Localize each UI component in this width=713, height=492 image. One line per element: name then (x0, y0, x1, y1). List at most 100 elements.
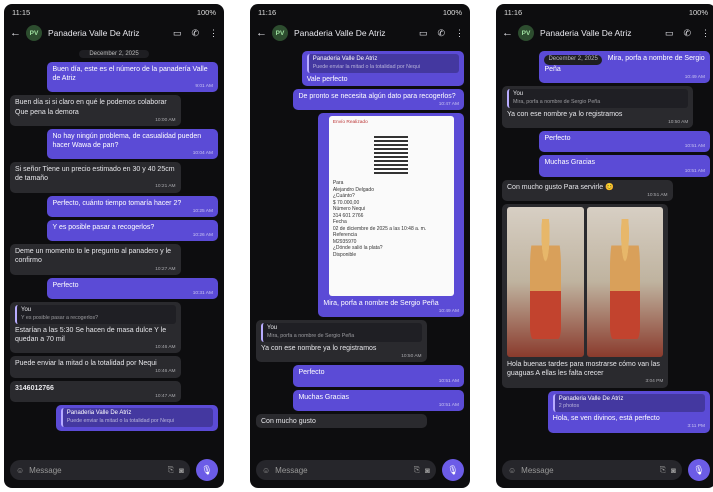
message-time: 10:49 AM (438, 309, 459, 315)
status-bar: 11:15 100% (4, 4, 224, 20)
avatar[interactable]: PV (518, 25, 534, 41)
camera-icon[interactable]: ◙ (179, 466, 184, 475)
quoted-message[interactable]: You Mira, porfa a nombre de Sergio Peña (507, 89, 689, 108)
avatar[interactable]: PV (26, 25, 42, 41)
message-out[interactable]: Perfecto 10:31 AM (47, 277, 218, 300)
message-out[interactable]: Muchas Gracias 10:51 AM (539, 155, 710, 177)
message-out[interactable]: De pronto se necesita algún dato para re… (293, 88, 464, 111)
message-in-reply[interactable]: You Y es posible pasar a recogerlos? Esta… (10, 302, 181, 354)
message-text: Hola buenas tardes para mostrarse cómo v… (507, 361, 660, 378)
phone-call-icon[interactable]: ✆ (683, 28, 691, 39)
mic-button[interactable]: 🎙 (688, 459, 710, 481)
message-text: No hay ningún problema, de casualidad pu… (52, 132, 202, 149)
message-input[interactable]: ☺ Message ⎘ ◙ (256, 460, 436, 480)
contact-name[interactable]: Panaderia Valle De Atriz (48, 28, 163, 38)
message-text: Perfecto (298, 369, 325, 377)
quoted-message[interactable]: You Mira, porfa a nombre de Sergio Peña (261, 323, 422, 343)
bread-doll-photo[interactable] (586, 207, 664, 358)
message-out-reply[interactable]: Panaderia Valle De Atriz 2 photos Hola, s… (547, 390, 710, 433)
video-call-icon[interactable]: ▭ (665, 28, 674, 39)
quote-author: You (513, 91, 524, 98)
message-text: 3146012766 (15, 384, 54, 392)
receipt-header: Envío Realizado (332, 120, 368, 126)
message-input[interactable]: ☺ Message ⎘ ◙ (502, 460, 682, 480)
back-arrow-icon[interactable]: ← (256, 27, 267, 39)
phone-call-icon[interactable]: ✆ (437, 28, 445, 39)
more-options-icon[interactable]: ⋮ (209, 28, 218, 39)
reply-preview[interactable]: Panaderia Valle De Atriz Puede enviar la … (55, 404, 218, 431)
message-in[interactable]: Si señor Tiene un precio estimado en 30 … (10, 162, 181, 193)
back-arrow-icon[interactable]: ← (10, 27, 21, 39)
message-in[interactable]: Buen día si si claro en qué le podemos c… (10, 95, 181, 126)
message-in[interactable]: Puede enviar la mitad o la totalidad por… (10, 356, 181, 378)
message-text: Ya con ese nombre ya lo registramos (507, 110, 623, 118)
message-time: 10:50 AM (401, 354, 422, 360)
message-in-reply[interactable]: You Mira, porfa a nombre de Sergio Peña Y… (502, 86, 694, 129)
message-time: 10:04 AM (192, 151, 213, 157)
message-out[interactable]: Perfecto 10:51 AM (293, 365, 464, 387)
date-chip: December 2, 2025 (79, 50, 149, 58)
quoted-message[interactable]: Panaderia Valle De Atriz 2 photos (552, 393, 705, 413)
message-text: Muchas Gracias (544, 159, 596, 167)
status-battery: 100% (442, 7, 462, 17)
message-text: Vale perfecto (306, 75, 348, 83)
avatar[interactable]: PV (272, 25, 288, 41)
message-text: Perfecto (544, 135, 571, 143)
message-time: 9:01 AM (195, 84, 213, 90)
emoji-icon[interactable]: ☺ (508, 466, 516, 475)
emoji-icon[interactable]: ☺ (16, 466, 24, 475)
message-time: 10:46 AM (155, 369, 176, 375)
bread-doll-photo[interactable] (507, 207, 584, 358)
message-text: Ya con ese nombre ya lo registramos (261, 345, 377, 353)
photo-album[interactable] (507, 207, 664, 358)
video-call-icon[interactable]: ▭ (173, 28, 182, 39)
attach-icon[interactable]: ⎘ (660, 465, 666, 475)
message-out[interactable]: Y es posible pasar a recogerlos? 10:26 AM (47, 220, 218, 242)
message-out[interactable]: No hay ningún problema, de casualidad pu… (47, 128, 218, 160)
back-arrow-icon[interactable]: ← (502, 27, 513, 39)
mic-button[interactable]: 🎙 (442, 459, 464, 481)
message-out[interactable]: December 2, 2025 Mira, porfa a nombre de… (539, 51, 710, 84)
more-options-icon[interactable]: ⋮ (455, 28, 464, 39)
message-out[interactable]: Perfecto, cuánto tiempo tomaría hacer 2?… (47, 195, 218, 218)
message-time: 10:27 AM (155, 266, 176, 272)
payment-receipt-image[interactable]: Envío Realizado Para Alejandro Delgado ¿… (328, 116, 454, 297)
message-time: 10:51 AM (647, 192, 668, 198)
emoji-icon[interactable]: ☺ (262, 466, 270, 475)
status-time: 11:15 (12, 7, 31, 17)
message-in[interactable]: Con mucho gusto (256, 414, 427, 429)
video-call-icon[interactable]: ▭ (419, 28, 428, 39)
phone-screen-1: 11:15 100% ← PV Panaderia Valle De Atriz… (4, 4, 224, 488)
message-in[interactable]: Deme un momento to le pregunto al panade… (10, 244, 181, 275)
message-input[interactable]: ☺ Message ⎘ ◙ (10, 460, 190, 480)
message-out[interactable]: Buen día, este es el número de la panade… (47, 62, 218, 93)
message-out[interactable]: Muchas Gracias 10:51 AM (293, 389, 464, 412)
phone-call-icon[interactable]: ✆ (191, 28, 199, 39)
message-text: Perfecto, cuánto tiempo tomaría hacer 2? (52, 199, 182, 207)
camera-icon[interactable]: ◙ (671, 466, 676, 475)
message-text: Buen día si si claro en qué le podemos c… (15, 99, 167, 116)
quote-text: Mira, porfa a nombre de Sergio Peña (267, 333, 355, 340)
message-in-reply[interactable]: You Mira, porfa a nombre de Sergio Peña Y… (256, 320, 427, 363)
quoted-message[interactable]: Panaderia Valle De Atriz Puede enviar la … (306, 54, 459, 73)
message-time: 10:25 AM (192, 208, 213, 214)
contact-name[interactable]: Panaderia Valle De Atriz (540, 28, 655, 38)
image-message[interactable]: Envío Realizado Para Alejandro Delgado ¿… (318, 113, 464, 318)
attach-icon[interactable]: ⎘ (168, 465, 174, 475)
message-in[interactable]: 3146012766 10:47 AM (10, 380, 181, 402)
photo-message[interactable]: Hola buenas tardes para mostrarse cómo v… (502, 204, 669, 388)
message-in[interactable]: Con mucho gusto Para servirle 😊 10:51 AM (502, 179, 673, 202)
contact-name[interactable]: Panaderia Valle De Atriz (294, 28, 409, 38)
quote-text: 2 photos (558, 403, 580, 410)
message-time: 10:31 AM (192, 290, 213, 296)
message-text: Con mucho gusto (261, 418, 316, 426)
mic-button[interactable]: 🎙 (196, 459, 218, 481)
message-out[interactable]: Perfecto 10:51 AM (539, 131, 710, 153)
message-out-reply[interactable]: Panaderia Valle De Atriz Puede enviar la … (301, 51, 464, 86)
attach-icon[interactable]: ⎘ (414, 465, 420, 475)
quoted-message[interactable]: You Y es posible pasar a recogerlos? (15, 305, 176, 324)
quote-text: Y es posible pasar a recogerlos? (21, 314, 99, 321)
camera-icon[interactable]: ◙ (425, 466, 430, 475)
quote-author: You (21, 307, 32, 314)
more-options-icon[interactable]: ⋮ (701, 28, 710, 39)
